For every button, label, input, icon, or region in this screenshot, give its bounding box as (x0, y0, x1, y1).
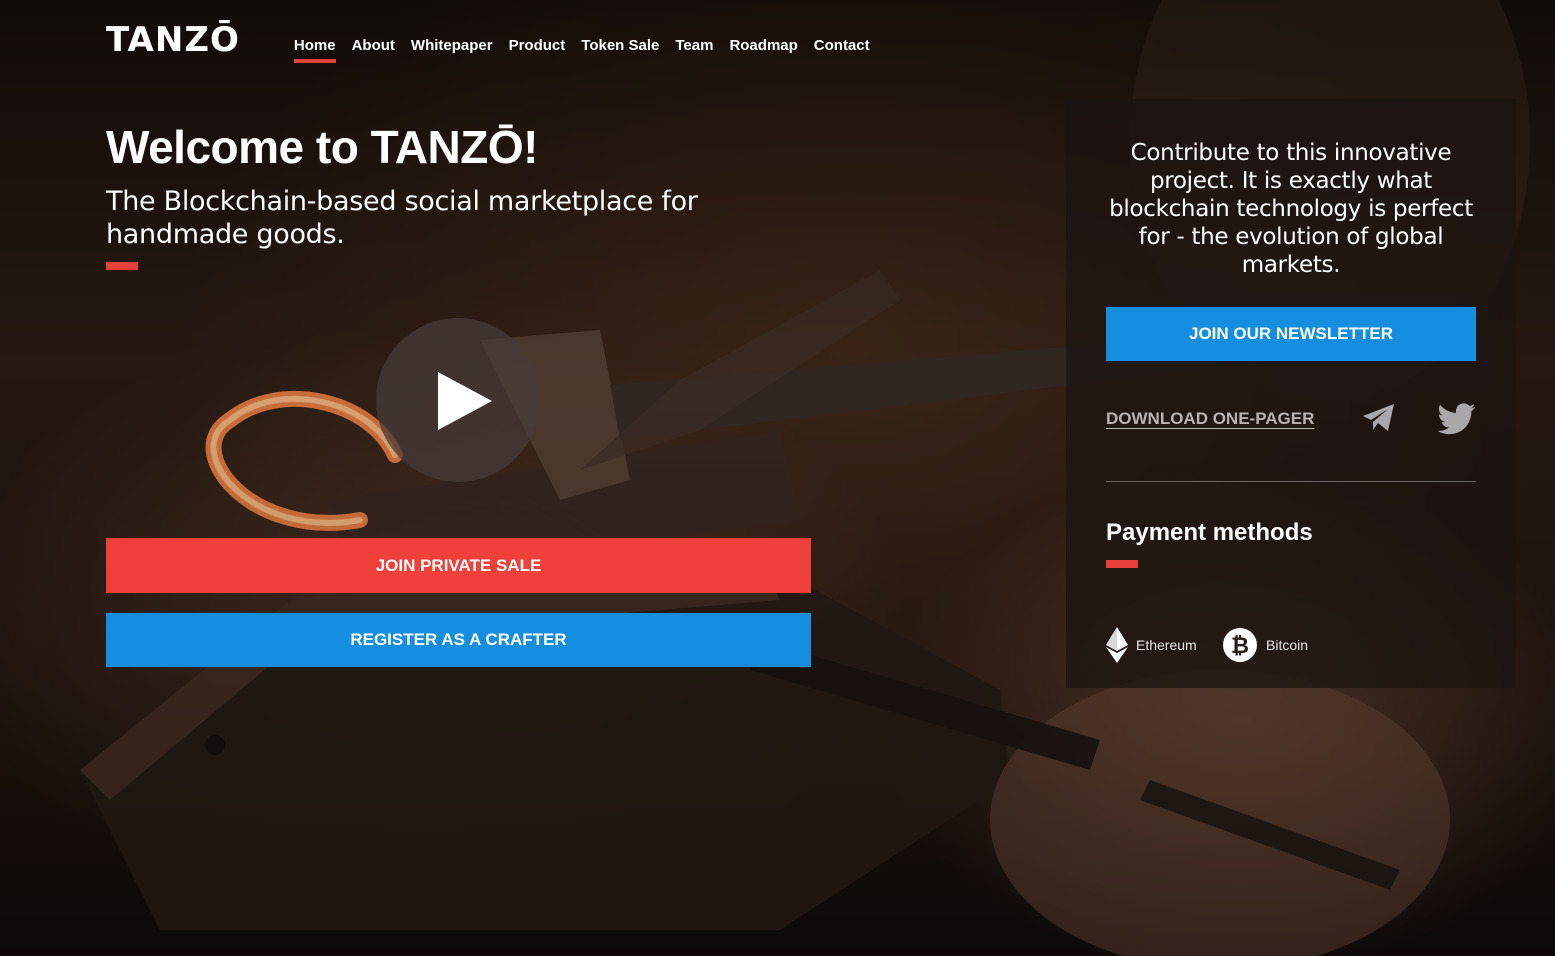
site-header: TANZŌ Home About Whitepaper Product Toke… (106, 20, 886, 68)
register-crafter-button[interactable]: REGISTER AS A CRAFTER (106, 613, 811, 667)
join-private-sale-button[interactable]: JOIN PRIVATE SALE (106, 538, 811, 593)
nav-product[interactable]: Product (509, 24, 566, 56)
payment-method-bitcoin: ₿ Bitcoin (1222, 627, 1308, 663)
hero-title: Welcome to TANZŌ! (106, 121, 538, 173)
video-play-button[interactable] (376, 318, 540, 482)
play-icon (438, 372, 492, 430)
title-accent-bar (106, 262, 138, 270)
download-one-pager-link[interactable]: DOWNLOAD ONE-PAGER (1106, 409, 1314, 429)
nav-whitepaper[interactable]: Whitepaper (411, 24, 493, 56)
ethereum-icon (1106, 627, 1128, 663)
nav-roadmap[interactable]: Roadmap (729, 24, 797, 56)
payment-methods-title: Payment methods (1106, 519, 1313, 546)
bitcoin-icon: ₿ (1223, 628, 1257, 662)
nav-token-sale[interactable]: Token Sale (581, 24, 659, 56)
tanzo-logo[interactable]: TANZŌ (106, 20, 240, 60)
token-sale-panel: Contribute to this innovative project. I… (1066, 99, 1516, 688)
nav-contact[interactable]: Contact (814, 24, 870, 56)
svg-text:₿: ₿ (1231, 634, 1249, 659)
panel-intro-text: Contribute to this innovative project. I… (1109, 140, 1473, 278)
payment-accent-bar (1106, 560, 1138, 568)
nav-home[interactable]: Home (293, 24, 336, 63)
payment-method-label: Bitcoin (1266, 637, 1309, 653)
panel-divider (1106, 481, 1476, 482)
payment-method-label: Ethereum (1136, 637, 1197, 653)
join-newsletter-button[interactable]: JOIN OUR NEWSLETTER (1106, 307, 1476, 361)
main-nav: Home About Whitepaper Product Token Sale… (293, 24, 886, 63)
nav-team[interactable]: Team (675, 24, 713, 56)
panel-links-row: DOWNLOAD ONE-PAGER (1106, 399, 1476, 439)
telegram-icon[interactable] (1362, 403, 1396, 438)
hero-subtitle: The Blockchain-based social marketplace … (106, 186, 698, 250)
payment-method-ethereum: Ethereum (1106, 627, 1197, 663)
nav-about[interactable]: About (352, 24, 395, 56)
twitter-icon[interactable] (1437, 403, 1476, 440)
